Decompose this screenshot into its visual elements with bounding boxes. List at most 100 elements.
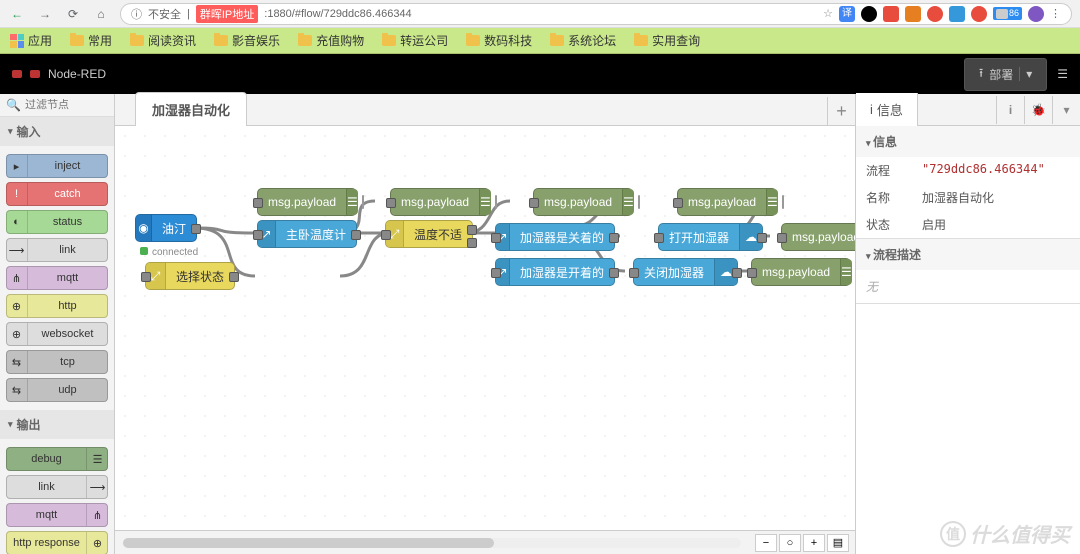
browser-toolbar: ← → ⟳ ⌂ ⓘ 不安全 | 群晖IP地址 :1880/#flow/729dd… xyxy=(0,0,1080,28)
palette-node-link-out[interactable]: link⟶ xyxy=(6,475,108,499)
cloud-count-badge[interactable]: 86 xyxy=(993,7,1022,20)
deploy-button[interactable]: ⭱ 部署 ▾ xyxy=(964,58,1047,91)
view-navigator-button[interactable]: ▤ xyxy=(827,534,849,552)
node-debug-3[interactable]: msg.payload☰ xyxy=(533,188,633,216)
palette-node-mqtt-in[interactable]: ⋔mqtt xyxy=(6,266,108,290)
translate-icon[interactable]: 译 xyxy=(839,6,855,22)
avatar-icon[interactable] xyxy=(1028,6,1044,22)
palette-node-debug[interactable]: debug☰ xyxy=(6,447,108,471)
link-in-icon: ⟶ xyxy=(6,239,28,261)
node-switch-humidity[interactable]: ⤢温度不适 xyxy=(385,220,473,248)
ext-icon-1[interactable] xyxy=(861,6,877,22)
palette-node-udp[interactable]: ⇆udp xyxy=(6,378,108,402)
zoom-out-button[interactable]: − xyxy=(755,534,777,552)
ext-icon-5[interactable] xyxy=(949,6,965,22)
httpresp-icon: ⊕ xyxy=(86,532,108,554)
node-debug-5[interactable]: msg.payload☰ xyxy=(781,223,855,251)
zoom-reset-button[interactable]: ○ xyxy=(779,534,801,552)
catch-icon: ! xyxy=(6,183,28,205)
sidebar-action-debug[interactable]: 🐞 xyxy=(1024,96,1052,124)
palette-search: 🔍 xyxy=(0,94,114,117)
bookmark-folder-1[interactable]: 阅读资讯 xyxy=(130,32,196,49)
info-flow-value: "729ddc86.466344" xyxy=(922,162,1070,179)
node-svc-off[interactable]: 关闭加湿器☁ xyxy=(633,258,738,286)
palette-node-status[interactable]: ◐status xyxy=(6,210,108,234)
bookmark-folder-6[interactable]: 系统论坛 xyxy=(550,32,616,49)
node-debug-6[interactable]: msg.payload☰ xyxy=(751,258,851,286)
info-flow-label: 流程 xyxy=(866,162,922,179)
status-text: connected xyxy=(152,247,198,258)
home-button[interactable]: ⌂ xyxy=(92,5,110,23)
flow-tab-active[interactable]: 加湿器自动化 xyxy=(135,92,247,126)
palette-node-link-in[interactable]: ⟶link xyxy=(6,238,108,262)
sidebar-section-desc[interactable]: 流程描述 xyxy=(856,239,1080,270)
back-button[interactable]: ← xyxy=(8,5,26,23)
info-name-label: 名称 xyxy=(866,189,922,206)
node-switch-select[interactable]: ⤢选择状态 xyxy=(145,262,235,290)
zoom-in-button[interactable]: + xyxy=(803,534,825,552)
node-debug-1[interactable]: msg.payload☰ xyxy=(257,188,357,216)
watermark: 值 什么值得买 xyxy=(940,519,1070,548)
info-status-label: 状态 xyxy=(866,216,922,233)
palette-node-mqtt-out[interactable]: mqtt⋔ xyxy=(6,503,108,527)
bookmark-folder-3[interactable]: 充值购物 xyxy=(298,32,364,49)
star-icon[interactable]: ☆ xyxy=(823,7,833,20)
http-icon: ⊕ xyxy=(6,295,28,317)
palette-cat-input[interactable]: 输入 xyxy=(0,117,114,146)
node-debug-2[interactable]: msg.payload☰ xyxy=(390,188,490,216)
palette-filter-input[interactable] xyxy=(25,99,105,111)
info-status-value: 启用 xyxy=(922,216,1070,233)
palette-node-websocket[interactable]: ⊕websocket xyxy=(6,322,108,346)
forward-button[interactable]: → xyxy=(36,5,54,23)
bookmark-apps[interactable]: 应用 xyxy=(10,32,52,49)
ext-icon-6[interactable] xyxy=(971,6,987,22)
ext-icon-3[interactable] xyxy=(905,6,921,22)
palette-node-http-response[interactable]: http response⊕ xyxy=(6,531,108,554)
node-state-off[interactable]: ↗加湿器是关着的 xyxy=(495,223,615,251)
palette: 🔍 输入 ▸inject !catch ◐status ⟶link ⋔mqtt … xyxy=(0,94,115,554)
sidebar-section-info[interactable]: 信息 xyxy=(856,126,1080,157)
canvas-scrollbar[interactable] xyxy=(123,538,741,548)
bookmark-folder-0[interactable]: 常用 xyxy=(70,32,112,49)
node-sensor-temp[interactable]: ↗主卧温度计 xyxy=(257,220,357,248)
node-state-on[interactable]: ↗加湿器是开着的 xyxy=(495,258,615,286)
palette-node-inject[interactable]: ▸inject xyxy=(6,154,108,178)
palette-cat-output[interactable]: 输出 xyxy=(0,410,114,439)
debug-bars-icon: ☰ xyxy=(840,259,852,285)
tcp-icon: ⇆ xyxy=(6,351,28,373)
debug-bars-icon: ☰ xyxy=(479,189,491,215)
sidebar-tab-info[interactable]: i信息 xyxy=(856,93,918,126)
flow-canvas[interactable]: ◉ 油汀 connected msg.payload☰ msg.payload☰… xyxy=(115,126,855,554)
info-icon: ⓘ xyxy=(131,6,142,22)
udp-icon: ⇆ xyxy=(6,379,28,401)
add-flow-button[interactable]: + xyxy=(827,97,855,125)
search-icon: 🔍 xyxy=(6,98,21,112)
deploy-chevron-icon: ▾ xyxy=(1019,67,1032,81)
browser-menu-icon[interactable]: ⋮ xyxy=(1050,7,1061,20)
bookmark-folder-4[interactable]: 转运公司 xyxy=(382,32,448,49)
node-svc-on[interactable]: 打开加湿器☁ xyxy=(658,223,763,251)
debug-icon: ☰ xyxy=(86,448,108,470)
logo-icon xyxy=(12,66,40,82)
palette-node-tcp[interactable]: ⇆tcp xyxy=(6,350,108,374)
ext-icon-2[interactable] xyxy=(883,6,899,22)
palette-node-catch[interactable]: !catch xyxy=(6,182,108,206)
sidebar-dropdown-button[interactable]: ▾ xyxy=(1052,96,1080,124)
sidebar-action-info[interactable]: i xyxy=(996,96,1024,124)
bookmark-folder-7[interactable]: 实用查询 xyxy=(634,32,700,49)
palette-node-http-in[interactable]: ⊕http xyxy=(6,294,108,318)
bookmark-folder-2[interactable]: 影音娱乐 xyxy=(214,32,280,49)
node-debug-4[interactable]: msg.payload☰ xyxy=(677,188,777,216)
bookmark-folder-5[interactable]: 数码科技 xyxy=(466,32,532,49)
url-host-highlight: 群晖IP地址 xyxy=(196,5,258,23)
ext-icon-4[interactable] xyxy=(927,6,943,22)
address-bar[interactable]: ⓘ 不安全 | 群晖IP地址 :1880/#flow/729ddc86.4663… xyxy=(120,3,1072,25)
deploy-icon: ⭱ xyxy=(979,64,983,85)
sidebar: i信息 i 🐞 ▾ 信息 流程"729ddc86.466344" 名称加湿器自动… xyxy=(855,94,1080,554)
main-menu-button[interactable]: ☰ xyxy=(1057,67,1068,81)
app-name: Node-RED xyxy=(48,67,106,81)
security-label: 不安全 xyxy=(148,6,181,22)
app-header: Node-RED ⭱ 部署 ▾ ☰ xyxy=(0,54,1080,94)
reload-button[interactable]: ⟳ xyxy=(64,5,82,23)
node-poll-state[interactable]: ◉ 油汀 connected xyxy=(135,214,197,242)
